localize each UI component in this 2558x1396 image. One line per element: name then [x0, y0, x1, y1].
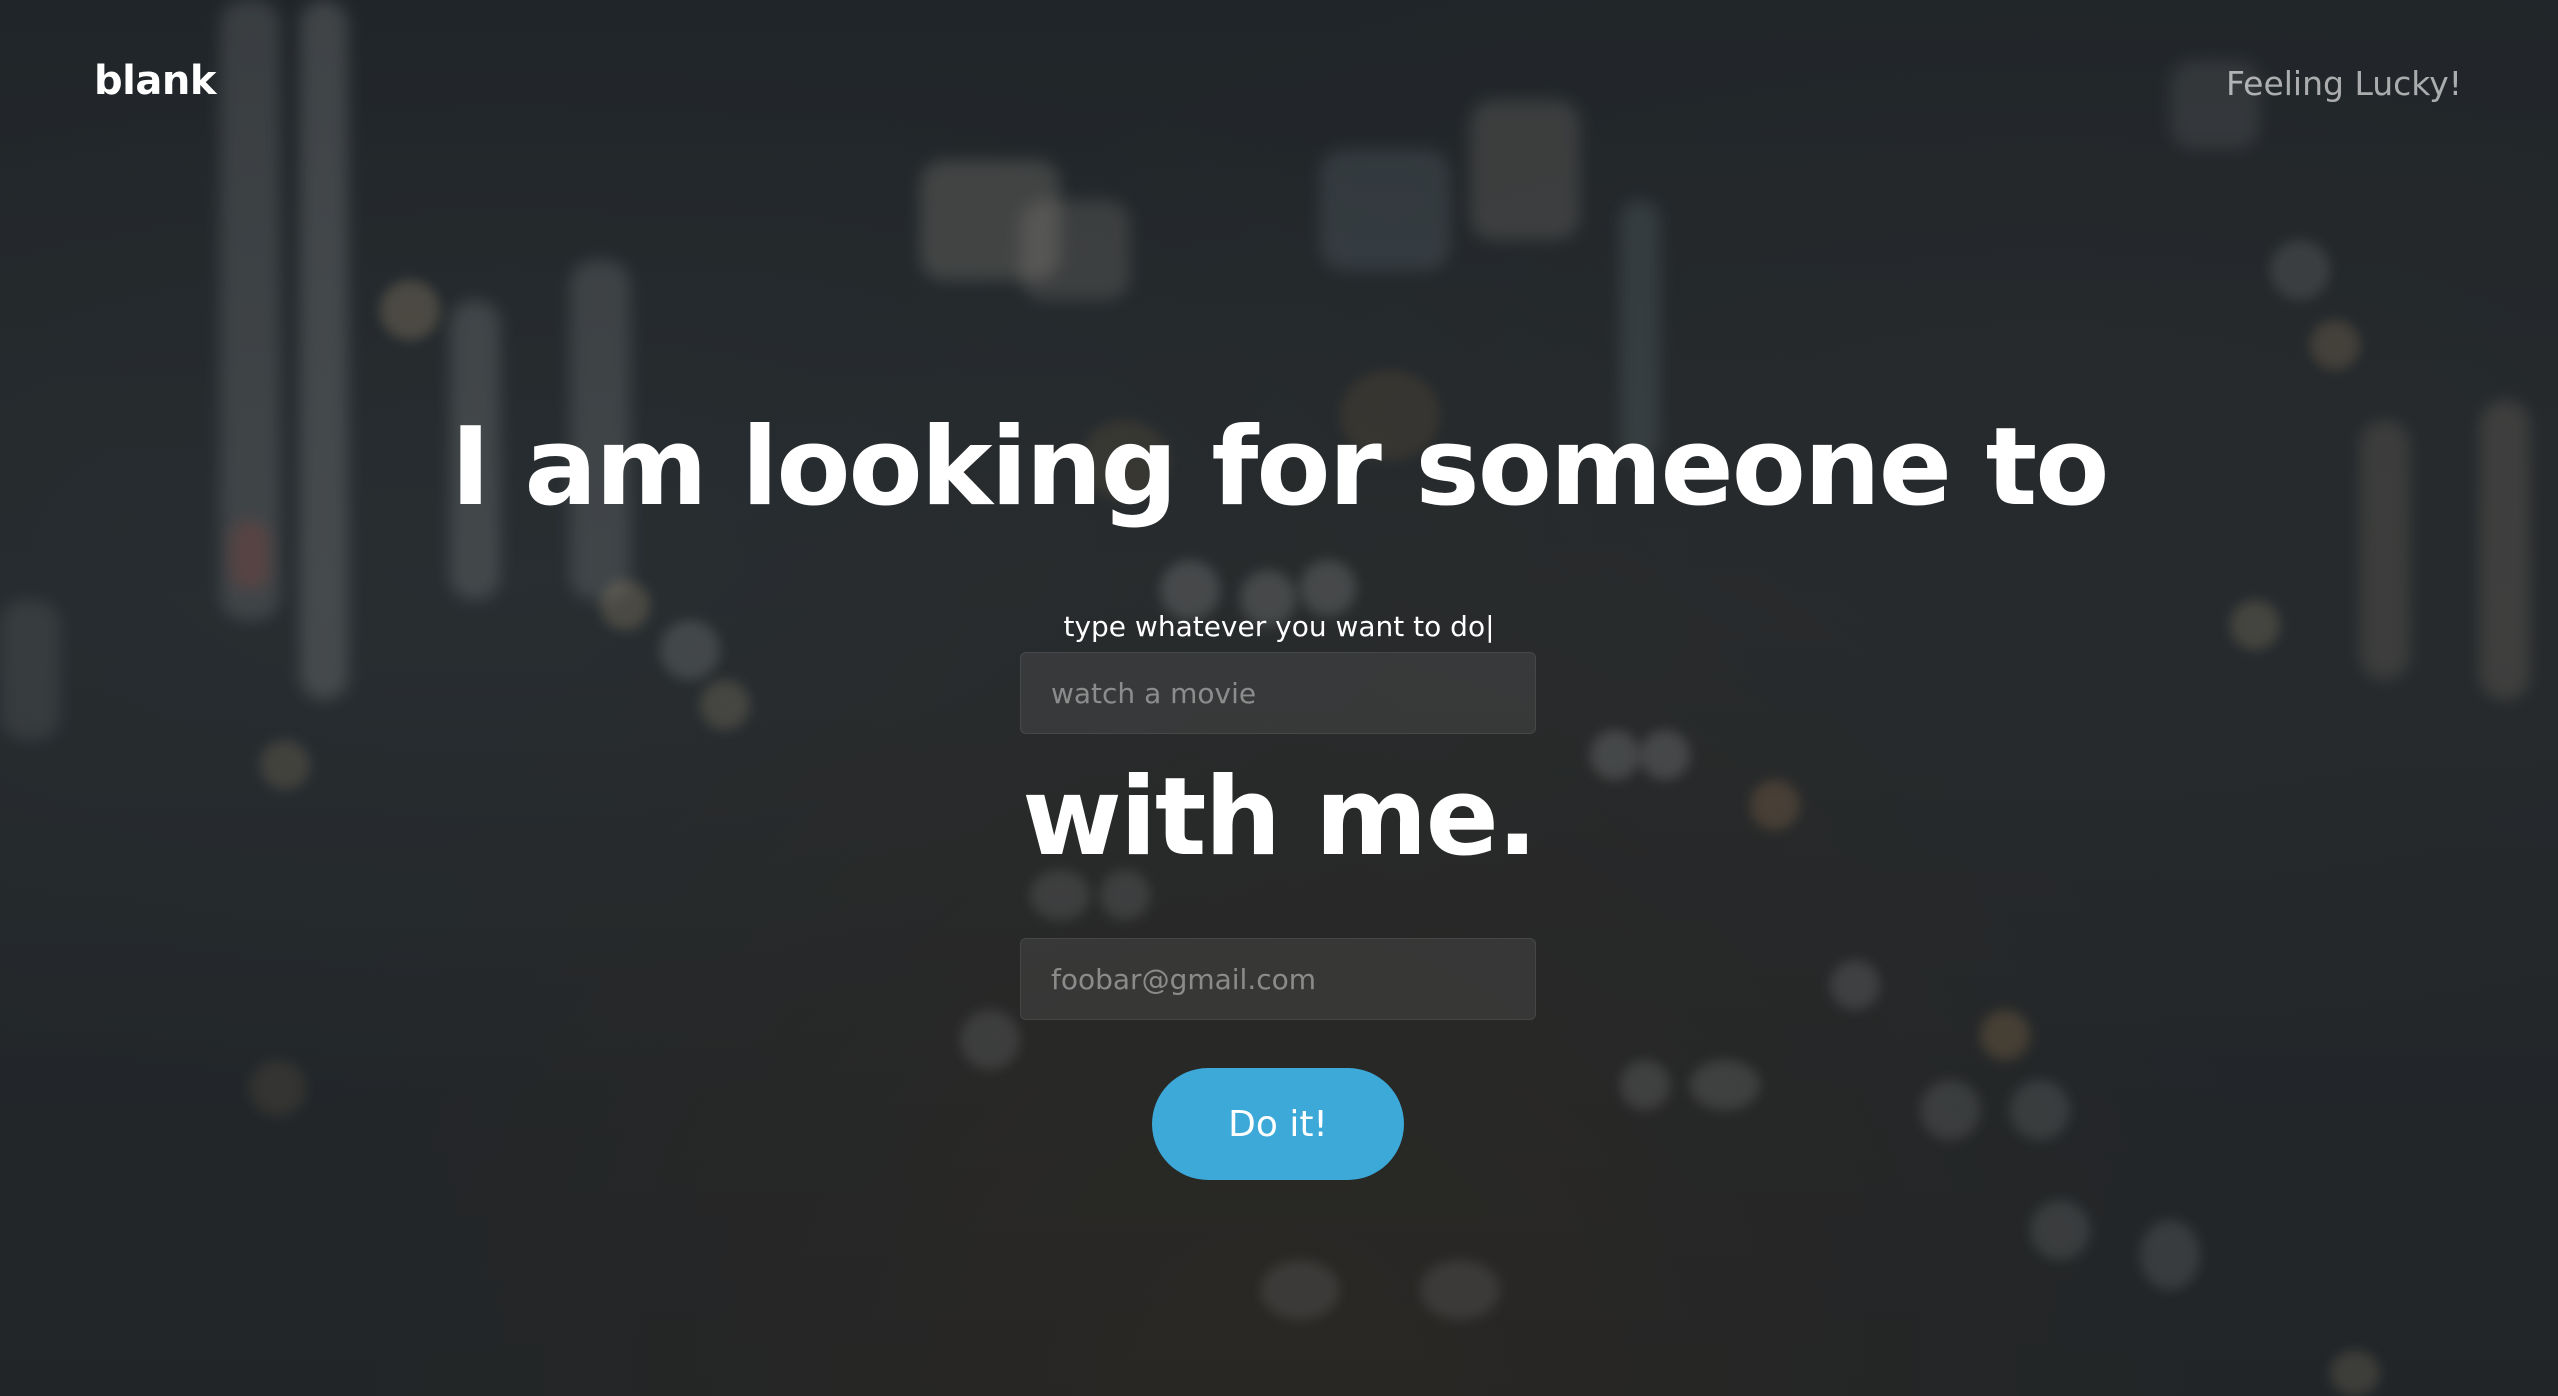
logo[interactable]: blank [94, 58, 216, 104]
headline-bottom: with me. [1022, 755, 1538, 880]
email-input[interactable] [1020, 938, 1536, 1020]
header: blank Feeling Lucky! [0, 0, 2558, 170]
activity-hint: type whatever you want to do| [1063, 610, 1495, 643]
feeling-lucky-link[interactable]: Feeling Lucky! [2226, 64, 2462, 103]
activity-input[interactable] [1020, 652, 1536, 734]
headline-top: I am looking for someone to [450, 405, 2110, 530]
submit-button[interactable]: Do it! [1152, 1068, 1404, 1180]
